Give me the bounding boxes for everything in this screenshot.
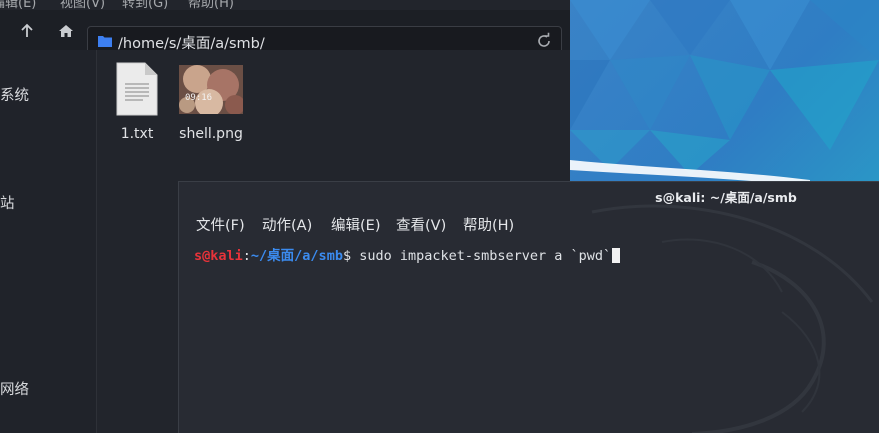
text-file-icon	[116, 62, 158, 116]
sidebar-item-network[interactable]: 网络	[0, 378, 29, 399]
sidebar-item-site[interactable]: 站	[0, 192, 15, 213]
file-manager-sidebar: 系统 站 网络	[0, 50, 97, 433]
menu-edit[interactable]: 编辑(E)	[331, 214, 380, 235]
file-name: shell.png	[179, 126, 243, 142]
arrow-up-icon	[21, 23, 33, 37]
terminal-window: s@kali: ~/桌面/a/smb 文件(F) 动作(A) 编辑(E) 查看(…	[178, 181, 879, 433]
thumbnail-art	[179, 65, 243, 114]
terminal-titlebar[interactable]: s@kali: ~/桌面/a/smb	[572, 182, 879, 209]
prompt-path: ~/桌面/a/smb	[250, 248, 343, 264]
menu-view[interactable]: 查看(V)	[396, 214, 446, 235]
sidebar-item-system[interactable]: 系统	[0, 84, 29, 105]
prompt-user: s@kali	[194, 248, 243, 264]
home-icon	[59, 25, 73, 37]
terminal-title: s@kali: ~/桌面/a/smb	[655, 190, 797, 205]
file-manager-toolbar: /home/s/桌面/a/smb/	[0, 10, 570, 55]
file-item-1txt[interactable]: 1.txt	[97, 62, 177, 147]
text-cursor	[612, 248, 621, 263]
refresh-icon[interactable]	[535, 32, 553, 50]
image-thumbnail: 09:16	[179, 65, 243, 114]
prompt-separator: :	[242, 248, 251, 264]
file-manager-menubar: 编辑(E) 视图(V) 转到(G) 帮助(H)	[0, 0, 570, 11]
thumbnail-time: 09:16	[185, 93, 213, 103]
folder-icon	[98, 36, 112, 47]
file-name: 1.txt	[120, 126, 154, 142]
home-button[interactable]	[54, 19, 78, 43]
prompt-symbol: $	[342, 248, 352, 264]
command-text: sudo impacket-smbserver a `pwd`	[351, 248, 612, 264]
file-item-shellpng[interactable]: 09:16 shell.png	[171, 62, 251, 147]
menu-help[interactable]: 帮助(H)	[463, 214, 514, 235]
terminal-command-line[interactable]: s@kali:~/桌面/a/smb$ sudo impacket-smbserv…	[194, 244, 621, 264]
up-button[interactable]	[15, 19, 39, 43]
kali-dragon-watermark	[591, 204, 874, 433]
menu-file[interactable]: 文件(F)	[196, 214, 245, 235]
menu-action[interactable]: 动作(A)	[262, 214, 312, 235]
